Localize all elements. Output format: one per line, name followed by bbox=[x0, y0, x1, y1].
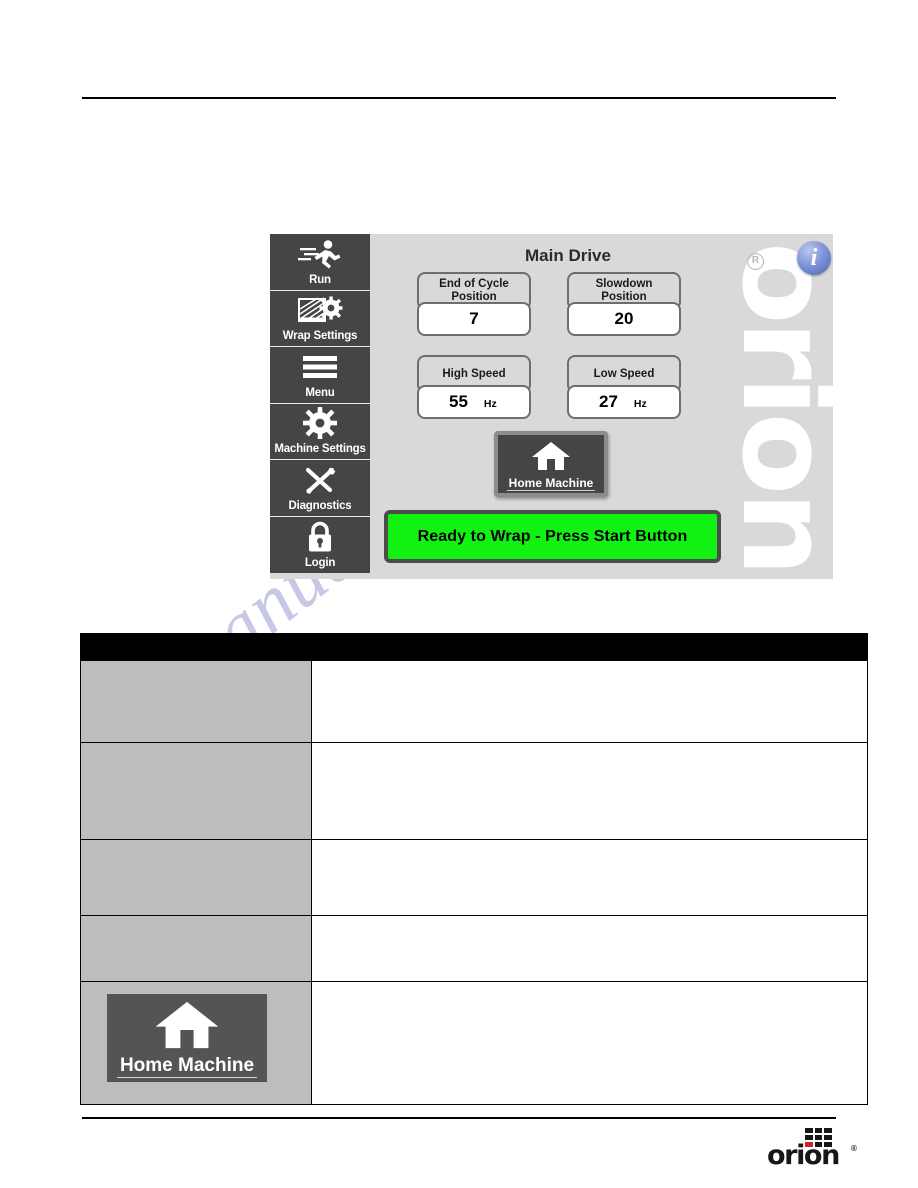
header-divider bbox=[82, 97, 836, 99]
status-banner: Ready to Wrap - Press Start Button bbox=[384, 510, 721, 563]
param-high-speed[interactable]: High Speed 55 Hz bbox=[417, 355, 531, 429]
param-value: 20 bbox=[614, 309, 634, 328]
param-value-field[interactable]: 27 Hz bbox=[567, 385, 681, 419]
table-header bbox=[80, 633, 868, 661]
registered-trademark-icon: R bbox=[747, 253, 764, 270]
logo-square bbox=[805, 1128, 813, 1134]
param-label-line1: Low Speed bbox=[593, 367, 655, 380]
table-row bbox=[80, 839, 868, 916]
column-header-icon bbox=[80, 633, 312, 661]
table-cell-description bbox=[311, 742, 868, 840]
table-header-row bbox=[80, 633, 868, 661]
wrench-screwdriver-icon bbox=[270, 460, 370, 500]
hamburger-menu-icon bbox=[270, 347, 370, 387]
sidebar-item-label: Menu bbox=[305, 386, 335, 399]
table-body: Home Machine bbox=[80, 660, 868, 1105]
sidebar-item-login[interactable]: Login bbox=[270, 516, 370, 573]
sidebar-item-machine-settings[interactable]: Machine Settings bbox=[270, 403, 370, 460]
hmi-background-orion-logo: orion bbox=[715, 242, 833, 573]
table-cell-description bbox=[311, 839, 868, 916]
footer-divider bbox=[82, 1117, 836, 1119]
table-cell-icon bbox=[80, 915, 312, 982]
param-label-line1: End of Cycle bbox=[439, 278, 509, 290]
home-machine-button[interactable]: Home Machine bbox=[494, 431, 608, 497]
home-icon bbox=[154, 994, 220, 1055]
table-row: Home Machine bbox=[80, 981, 868, 1105]
table-cell-description bbox=[311, 915, 868, 982]
description-table: Home Machine bbox=[80, 633, 868, 1105]
sidebar-item-diagnostics[interactable]: Diagnostics bbox=[270, 460, 370, 517]
home-machine-button-illustration: Home Machine bbox=[107, 994, 267, 1082]
table-cell-description bbox=[311, 660, 868, 743]
param-value: 7 bbox=[469, 309, 479, 328]
sidebar-item-label: Diagnostics bbox=[288, 499, 352, 512]
param-low-speed[interactable]: Low Speed 27 Hz bbox=[567, 355, 681, 429]
info-icon[interactable]: i bbox=[797, 241, 831, 275]
table-cell-icon bbox=[80, 742, 312, 840]
orion-logo-registered-icon: ® bbox=[851, 1144, 857, 1153]
padlock-icon bbox=[270, 517, 370, 558]
param-value-field[interactable]: 7 bbox=[417, 302, 531, 336]
param-label-line1: High Speed bbox=[442, 367, 506, 380]
param-value: 55 bbox=[449, 392, 468, 411]
param-unit: Hz bbox=[633, 398, 647, 410]
hmi-sidebar: Run Wrap Settings Menu Machine Settings … bbox=[270, 234, 370, 579]
film-roll-gear-icon bbox=[270, 291, 370, 331]
table-row bbox=[80, 915, 868, 982]
param-end-of-cycle-position[interactable]: End of Cycle Position 7 bbox=[417, 272, 531, 346]
gear-icon bbox=[270, 404, 370, 444]
home-machine-label: Home Machine bbox=[506, 476, 596, 491]
sidebar-item-run[interactable]: Run bbox=[270, 234, 370, 291]
table-cell-description bbox=[311, 981, 868, 1105]
status-banner-text: Ready to Wrap - Press Start Button bbox=[417, 527, 688, 545]
logo-square bbox=[814, 1128, 823, 1134]
sidebar-item-label: Login bbox=[304, 557, 336, 569]
table-row bbox=[80, 742, 868, 840]
param-label-line1: Slowdown bbox=[595, 278, 653, 290]
home-machine-label: Home Machine bbox=[116, 1055, 258, 1078]
param-slowdown-position[interactable]: Slowdown Position 20 bbox=[567, 272, 681, 346]
orion-logo: orion ® bbox=[767, 1128, 862, 1171]
sidebar-item-label: Machine Settings bbox=[274, 443, 366, 455]
param-value: 27 bbox=[599, 392, 618, 411]
hmi-screen: orion R i Main Drive Run Wrap Settings M… bbox=[270, 234, 833, 579]
param-unit: Hz bbox=[483, 398, 497, 410]
sidebar-item-label: Run bbox=[309, 273, 331, 286]
logo-square bbox=[824, 1128, 832, 1134]
table-cell-icon bbox=[80, 839, 312, 916]
home-icon bbox=[531, 435, 571, 476]
orion-logo-wordmark: orion bbox=[767, 1140, 840, 1171]
param-value-field[interactable]: 20 bbox=[567, 302, 681, 336]
param-value-field[interactable]: 55 Hz bbox=[417, 385, 531, 419]
column-header-description bbox=[311, 633, 868, 661]
sidebar-item-wrap-settings[interactable]: Wrap Settings bbox=[270, 290, 370, 347]
sidebar-item-menu[interactable]: Menu bbox=[270, 347, 370, 404]
table-cell-icon bbox=[80, 660, 312, 743]
running-person-icon bbox=[270, 234, 370, 274]
sidebar-item-label: Wrap Settings bbox=[282, 330, 358, 342]
table-row bbox=[80, 660, 868, 743]
page-title: Main Drive bbox=[525, 246, 611, 265]
table-cell-icon: Home Machine bbox=[80, 981, 312, 1105]
